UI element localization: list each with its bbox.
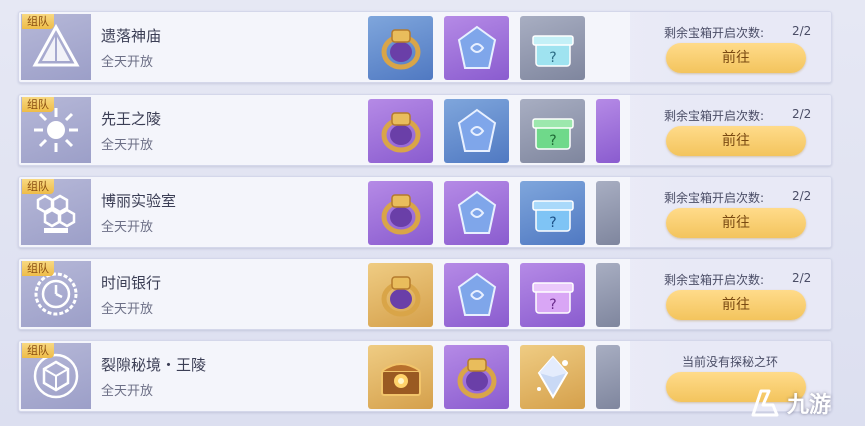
ring-icon [381, 194, 420, 235]
ring-icon [457, 358, 496, 399]
dungeon-name: 时间银行 [101, 274, 162, 292]
go-button[interactable]: 前往 [666, 126, 806, 156]
go-button[interactable]: 前往 [666, 43, 806, 73]
reward-slot[interactable] [444, 263, 509, 327]
chest-count-value: 2/2 [792, 24, 812, 38]
no-explore-ring-notice: 当前没有探秘之环 [682, 355, 779, 369]
ring-icon [381, 29, 420, 70]
chest-count-value: 2/2 [792, 107, 812, 121]
ring-icon [381, 112, 420, 153]
dungeon-row-lost-temple: 组队 遗落神庙 全天开放 ? 剩余宝箱开启次数: 2/2 前往 [18, 11, 832, 83]
reward-slot[interactable] [444, 345, 509, 409]
reward-slot[interactable] [520, 345, 585, 409]
svg-text:?: ? [549, 50, 556, 66]
dungeon-schedule: 全天开放 [101, 302, 154, 317]
mystery-box-icon: ? [531, 35, 574, 67]
reward-slot[interactable] [444, 99, 509, 163]
reward-slot-partial[interactable] [596, 263, 620, 327]
dungeon-row-rift-royal-tomb: 组队 裂隙秘境・王陵 全天开放 当前没有探秘之环 [18, 340, 832, 412]
chest-count-label: 剩余宝箱开启次数: [664, 109, 765, 123]
svg-text:?: ? [549, 215, 556, 231]
chest-count-label: 剩余宝箱开启次数: [664, 273, 765, 287]
team-tag: 组队 [22, 179, 54, 194]
reward-slot[interactable] [444, 181, 509, 245]
reward-slot-partial[interactable] [596, 99, 620, 163]
mystery-box-icon: ? [531, 118, 574, 150]
dungeon-schedule: 全天开放 [101, 220, 154, 235]
dungeon-name: 先王之陵 [101, 110, 162, 128]
team-tag: 组队 [22, 343, 54, 358]
dungeon-schedule: 全天开放 [101, 384, 154, 399]
reward-slot[interactable] [444, 16, 509, 80]
reward-slot[interactable]: ? [520, 16, 585, 80]
reward-slot[interactable] [368, 263, 433, 327]
svg-text:?: ? [549, 133, 556, 149]
reward-slot-partial[interactable] [596, 181, 620, 245]
reward-slot[interactable]: ? [520, 99, 585, 163]
watermark-text: 九游 [787, 393, 832, 418]
jiuyou-watermark: 九游 [747, 384, 859, 422]
ring-icon [381, 276, 420, 317]
crystal-icon [457, 25, 496, 69]
team-tag: 组队 [22, 97, 54, 112]
dungeon-name: 裂隙秘境・王陵 [101, 356, 207, 374]
team-tag: 组队 [22, 261, 54, 276]
chest-count-value: 2/2 [792, 189, 812, 203]
jiuyou-logo-icon [751, 389, 779, 417]
svg-text:?: ? [549, 297, 556, 313]
crystal-icon [457, 190, 496, 234]
status-panel: 剩余宝箱开启次数: 2/2 前往 [630, 259, 831, 329]
crystal-cluster-icon [536, 355, 568, 399]
reward-slot[interactable] [368, 181, 433, 245]
mystery-box-icon: ? [531, 282, 574, 314]
crystal-icon [457, 108, 496, 152]
team-tag: 组队 [22, 14, 54, 29]
reward-slot[interactable]: ? [520, 263, 585, 327]
crystal-icon [457, 272, 496, 316]
dungeon-list: 组队 遗落神庙 全天开放 ? 剩余宝箱开启次数: 2/2 前往 组队 先王之陵 … [0, 0, 865, 426]
status-panel: 剩余宝箱开启次数: 2/2 前往 [630, 177, 831, 247]
dungeon-name: 博丽实验室 [101, 192, 177, 210]
dungeon-row-time-bank: 组队 时间银行 全天开放 ? 剩余宝箱开启次数: 2/2 前往 [18, 258, 832, 330]
chest-count-value: 2/2 [792, 271, 812, 285]
status-panel: 剩余宝箱开启次数: 2/2 前往 [630, 95, 831, 165]
reward-slot-partial[interactable] [596, 345, 620, 409]
chest-count-label: 剩余宝箱开启次数: [664, 26, 765, 40]
dungeon-name: 遗落神庙 [101, 27, 162, 45]
chest-count-label: 剩余宝箱开启次数: [664, 191, 765, 205]
dungeon-schedule: 全天开放 [101, 55, 154, 70]
dungeon-row-boli-lab: 组队 博丽实验室 全天开放 ? 剩余宝箱开启次数: 2/2 前往 [18, 176, 832, 248]
reward-slot[interactable]: ? [520, 181, 585, 245]
reward-slot[interactable] [368, 16, 433, 80]
dungeon-row-kings-tomb: 组队 先王之陵 全天开放 ? 剩余宝箱开启次数: 2/2 前往 [18, 94, 832, 166]
go-button[interactable]: 前往 [666, 290, 806, 320]
dungeon-schedule: 全天开放 [101, 138, 154, 153]
reward-slot[interactable] [368, 345, 433, 409]
treasure-chest-icon [380, 363, 421, 396]
reward-slot[interactable] [368, 99, 433, 163]
mystery-box-icon: ? [531, 200, 574, 232]
go-button[interactable]: 前往 [666, 208, 806, 238]
status-panel: 剩余宝箱开启次数: 2/2 前往 [630, 12, 831, 82]
